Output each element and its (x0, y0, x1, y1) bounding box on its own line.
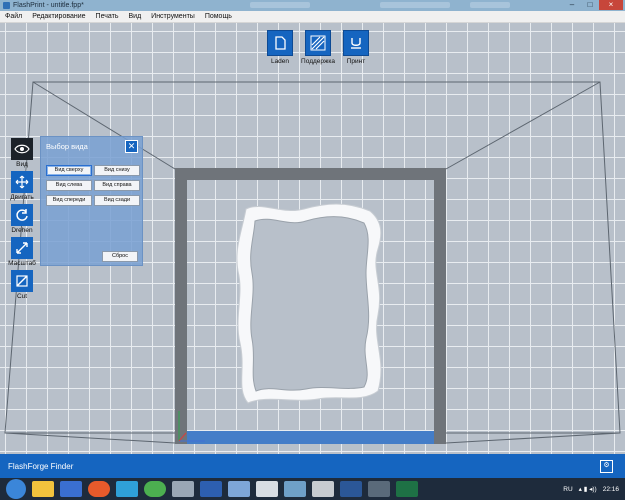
app-dark-icon[interactable] (368, 481, 390, 497)
cut-icon (11, 270, 33, 292)
move-tool-label: Двигать (10, 194, 34, 201)
flashprint-icon[interactable] (200, 481, 222, 497)
move-icon (11, 171, 33, 193)
build-plate-front-highlight (187, 431, 434, 444)
cut-tool-button[interactable]: Cut (10, 270, 34, 300)
language-indicator[interactable]: RU (563, 486, 572, 493)
app-white-icon[interactable] (312, 481, 334, 497)
tray-icons[interactable]: ▴ ▮ ◂)) (579, 485, 597, 493)
app-icon (3, 2, 10, 9)
menu-bar: Файл Редактирование Печать Вид Инструмен… (0, 11, 625, 23)
close-button[interactable]: × (599, 0, 623, 10)
chrome-icon[interactable] (144, 481, 166, 497)
app-blue-icon[interactable] (228, 481, 250, 497)
cut-tool-label: Cut (16, 293, 28, 300)
maximize-button[interactable]: □ (581, 0, 599, 10)
media-player-icon[interactable] (60, 481, 82, 497)
print-icon (343, 30, 369, 56)
load-label: Laden (270, 58, 290, 65)
view-top-button[interactable]: Вид сверху (46, 165, 92, 176)
blurred-tab (470, 2, 510, 8)
printer-settings-icon[interactable]: ⚙ (600, 460, 613, 473)
clock[interactable]: 22:16 (603, 486, 619, 493)
window-title: FlashPrint - untitle.fpp* (13, 2, 84, 9)
printer-status-bar: FlashForge Finder ⚙ (0, 454, 625, 478)
print-button[interactable]: Принт (341, 30, 371, 65)
volume-edge (4, 432, 176, 444)
menu-file[interactable]: Файл (0, 13, 27, 20)
menu-help[interactable]: Помощь (200, 13, 237, 20)
app-gray-icon[interactable] (172, 481, 194, 497)
title-bar: FlashPrint - untitle.fpp* – □ × (0, 0, 625, 11)
minimize-button[interactable]: – (563, 0, 581, 10)
top-toolbar: Laden Поддержка Принт (265, 30, 371, 65)
model-frame (236, 203, 382, 404)
word-icon[interactable] (340, 481, 362, 497)
reset-button[interactable]: Сброс (102, 251, 138, 262)
blurred-tab (380, 2, 450, 8)
menu-tools[interactable]: Инструменты (146, 13, 200, 20)
scale-icon (11, 237, 33, 259)
load-button[interactable]: Laden (265, 30, 295, 65)
app-orange-icon[interactable] (88, 481, 110, 497)
system-tray: RU ▴ ▮ ◂)) 22:16 (563, 478, 619, 500)
blurred-tab (250, 2, 310, 8)
app-c-icon[interactable] (116, 481, 138, 497)
support-button[interactable]: Поддержка (301, 30, 335, 65)
view-right-button[interactable]: Вид справа (94, 180, 140, 191)
app-light-icon[interactable] (284, 481, 306, 497)
move-tool-button[interactable]: Двигать (10, 171, 34, 201)
support-icon (305, 30, 331, 56)
view-select-panel: Выбор вида ✕ Вид сверху Вид снизу Вид сл… (40, 136, 143, 266)
view-left-button[interactable]: Вид слева (46, 180, 92, 191)
left-toolbar: Вид Двигать Drehen Масштаб Cut (8, 138, 36, 303)
menu-edit[interactable]: Редактирование (27, 13, 90, 20)
model-inner (250, 216, 370, 392)
menu-view[interactable]: Вид (123, 13, 146, 20)
panel-title: Выбор вида (46, 142, 88, 151)
rotate-tool-button[interactable]: Drehen (10, 204, 34, 234)
excel-icon[interactable] (396, 481, 418, 497)
scale-tool-label: Масштаб (8, 260, 36, 267)
rotate-tool-label: Drehen (11, 227, 33, 234)
support-label: Поддержка (301, 58, 335, 65)
view-front-button[interactable]: Вид спереди (46, 195, 92, 206)
scale-tool-button[interactable]: Масштаб (8, 237, 36, 267)
start-button[interactable] (6, 479, 26, 499)
rotate-icon (11, 204, 33, 226)
menu-print[interactable]: Печать (91, 13, 124, 20)
view-tool-button[interactable]: Вид (10, 138, 34, 168)
eye-icon (11, 138, 33, 160)
app-doc-icon[interactable] (256, 481, 278, 497)
close-icon[interactable]: ✕ (125, 140, 138, 153)
volume-edge (445, 81, 601, 170)
printer-name: FlashForge Finder (8, 461, 74, 471)
load-icon (267, 30, 293, 56)
explorer-icon[interactable] (32, 481, 54, 497)
view-back-button[interactable]: Вид сзади (94, 195, 140, 206)
print-label: Принт (346, 58, 366, 65)
view-tool-label: Вид (16, 161, 28, 168)
windows-taskbar: RU ▴ ▮ ◂)) 22:16 (0, 478, 625, 500)
view-bottom-button[interactable]: Вид снизу (94, 165, 140, 176)
volume-edge (445, 432, 621, 444)
